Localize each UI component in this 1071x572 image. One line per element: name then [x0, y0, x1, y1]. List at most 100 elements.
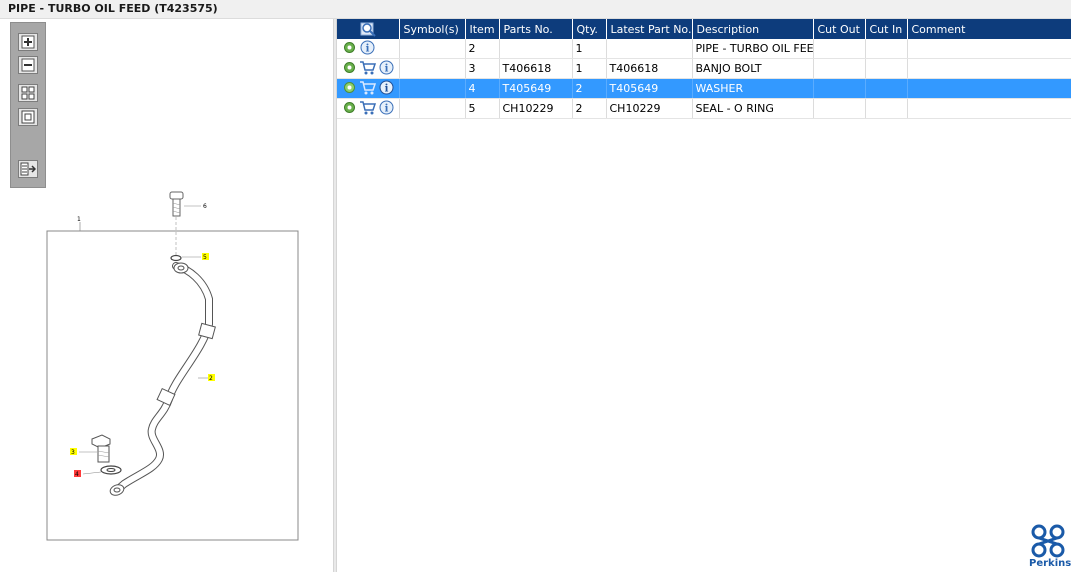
item-cell: 4 [465, 78, 500, 99]
svg-text:i: i [366, 44, 370, 55]
zoom-out-icon [21, 58, 35, 72]
info-icon[interactable]: i [379, 80, 394, 98]
gear-icon[interactable] [343, 101, 356, 117]
brand-name: Perkins [1029, 558, 1071, 569]
qty-cell: 2 [572, 98, 607, 119]
viewer-toolbar [10, 22, 46, 188]
search-parts-icon[interactable] [360, 21, 376, 37]
qty-cell: 1 [572, 58, 607, 79]
gear-icon[interactable] [343, 81, 356, 97]
item-cell: 3 [465, 58, 500, 79]
item-cell: 5 [465, 98, 500, 119]
latest-part-no-cell: CH10229 [606, 98, 693, 119]
zoom-out-button[interactable] [18, 56, 38, 74]
description-cell: SEAL - O RING [692, 98, 814, 119]
symbols-cell [399, 98, 466, 119]
gear-icon[interactable] [343, 41, 356, 57]
cut-in-cell [865, 39, 908, 59]
perkins-logo-icon [1031, 524, 1065, 558]
column-qty[interactable]: Qty. [572, 19, 607, 39]
table-header-row: Symbol(s) Item Parts No. Qty. Latest Par… [337, 19, 1071, 39]
zoom-in-button[interactable] [18, 33, 38, 51]
washer-part[interactable] [100, 465, 122, 475]
parts-drawing[interactable]: 1 6 5 2 3 4 [4, 179, 333, 572]
parts-no-cell: CH10229 [499, 98, 573, 119]
cut-out-cell [813, 58, 866, 79]
comment-cell [907, 98, 1071, 119]
row-tools-cell: i [337, 39, 400, 59]
export-list-icon [20, 162, 36, 176]
table-row-selected[interactable]: i 4 T405649 2 T405649 WASHER [337, 78, 1071, 99]
info-icon[interactable]: i [379, 60, 394, 78]
fit-all-icon [21, 86, 35, 100]
fit-window-icon [21, 110, 35, 124]
column-comment[interactable]: Comment [907, 19, 1071, 39]
o-ring-part[interactable] [170, 254, 182, 262]
svg-text:i: i [385, 104, 389, 115]
symbols-cell [399, 58, 466, 79]
parts-no-cell [499, 39, 573, 59]
column-symbols[interactable]: Symbol(s) [399, 19, 466, 39]
banjo-bolt-part[interactable] [91, 434, 111, 463]
row-tools-cell: i [337, 98, 400, 119]
callout-2[interactable]: 2 [209, 375, 213, 382]
description-cell: BANJO BOLT [692, 58, 814, 79]
callout-4[interactable]: 4 [75, 471, 79, 478]
cart-icon[interactable] [359, 60, 377, 78]
latest-part-no-cell: T405649 [606, 78, 693, 99]
comment-cell [907, 39, 1071, 59]
illustration-pane[interactable]: 1 6 5 2 3 4 [4, 19, 333, 572]
cart-icon[interactable] [359, 100, 377, 118]
column-cut-in[interactable]: Cut In [865, 19, 908, 39]
column-description[interactable]: Description [692, 19, 814, 39]
callout-3[interactable]: 3 [71, 449, 75, 456]
svg-text:i: i [385, 84, 389, 95]
symbols-cell [399, 78, 466, 99]
symbols-cell [399, 39, 466, 59]
frame-callout-label: 1 [77, 216, 81, 223]
parts-list-pane: Symbol(s) Item Parts No. Qty. Latest Par… [337, 19, 1071, 572]
cut-out-cell [813, 39, 866, 59]
comment-cell [907, 78, 1071, 99]
callout-6[interactable]: 6 [203, 203, 207, 210]
zoom-in-icon [21, 35, 35, 49]
column-item[interactable]: Item [465, 19, 500, 39]
qty-cell: 2 [572, 78, 607, 99]
item-cell: 2 [465, 39, 500, 59]
gear-icon[interactable] [343, 61, 356, 77]
row-tools-cell: i [337, 58, 400, 79]
export-list-button[interactable] [18, 160, 38, 178]
cut-in-cell [865, 78, 908, 99]
cut-in-cell [865, 98, 908, 119]
qty-cell: 1 [572, 39, 607, 59]
info-icon[interactable]: i [379, 100, 394, 118]
row-tools-cell: i [337, 78, 400, 99]
latest-part-no-cell [606, 39, 693, 59]
title-bar: PIPE - TURBO OIL FEED (T423575) [0, 0, 1071, 19]
column-parts-no[interactable]: Parts No. [499, 19, 573, 39]
table-row[interactable]: i 3 T406618 1 T406618 BANJO BOLT [337, 58, 1071, 79]
parts-no-cell: T405649 [499, 78, 573, 99]
cut-in-cell [865, 58, 908, 79]
column-tools[interactable] [337, 19, 400, 39]
callout-5[interactable]: 5 [203, 254, 207, 261]
column-latest-part-no[interactable]: Latest Part No. [606, 19, 693, 39]
description-cell: PIPE - TURBO OIL FEED [692, 39, 814, 59]
svg-text:i: i [385, 64, 389, 75]
description-cell: WASHER [692, 78, 814, 99]
info-icon[interactable]: i [360, 40, 375, 58]
cart-icon[interactable] [359, 80, 377, 98]
table-row[interactable]: i 5 CH10229 2 CH10229 SEAL - O RING [337, 98, 1071, 119]
table-row[interactable]: i 2 1 PIPE - TURBO OIL FEED [337, 39, 1071, 59]
fit-window-button[interactable] [18, 108, 38, 126]
latest-part-no-cell: T406618 [606, 58, 693, 79]
cut-out-cell [813, 78, 866, 99]
window-title: PIPE - TURBO OIL FEED (T423575) [8, 2, 218, 15]
column-cut-out[interactable]: Cut Out [813, 19, 866, 39]
fit-all-button[interactable] [18, 84, 38, 102]
comment-cell [907, 58, 1071, 79]
pipe-part[interactable] [109, 262, 216, 497]
cut-out-cell [813, 98, 866, 119]
bolt-part[interactable] [169, 191, 184, 217]
parts-no-cell: T406618 [499, 58, 573, 79]
